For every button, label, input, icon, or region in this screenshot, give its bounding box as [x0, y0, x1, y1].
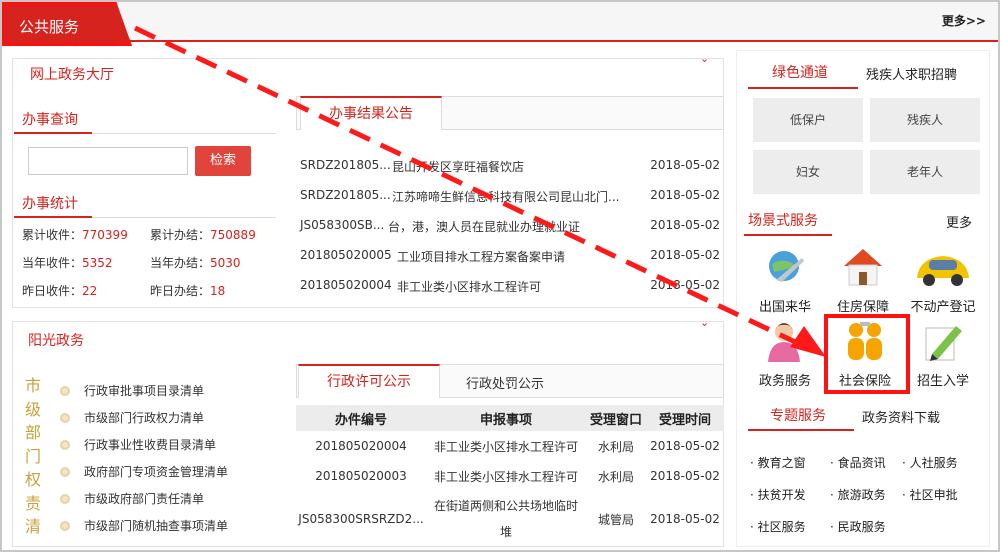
- dashed-arrow-annotation: [133, 25, 826, 357]
